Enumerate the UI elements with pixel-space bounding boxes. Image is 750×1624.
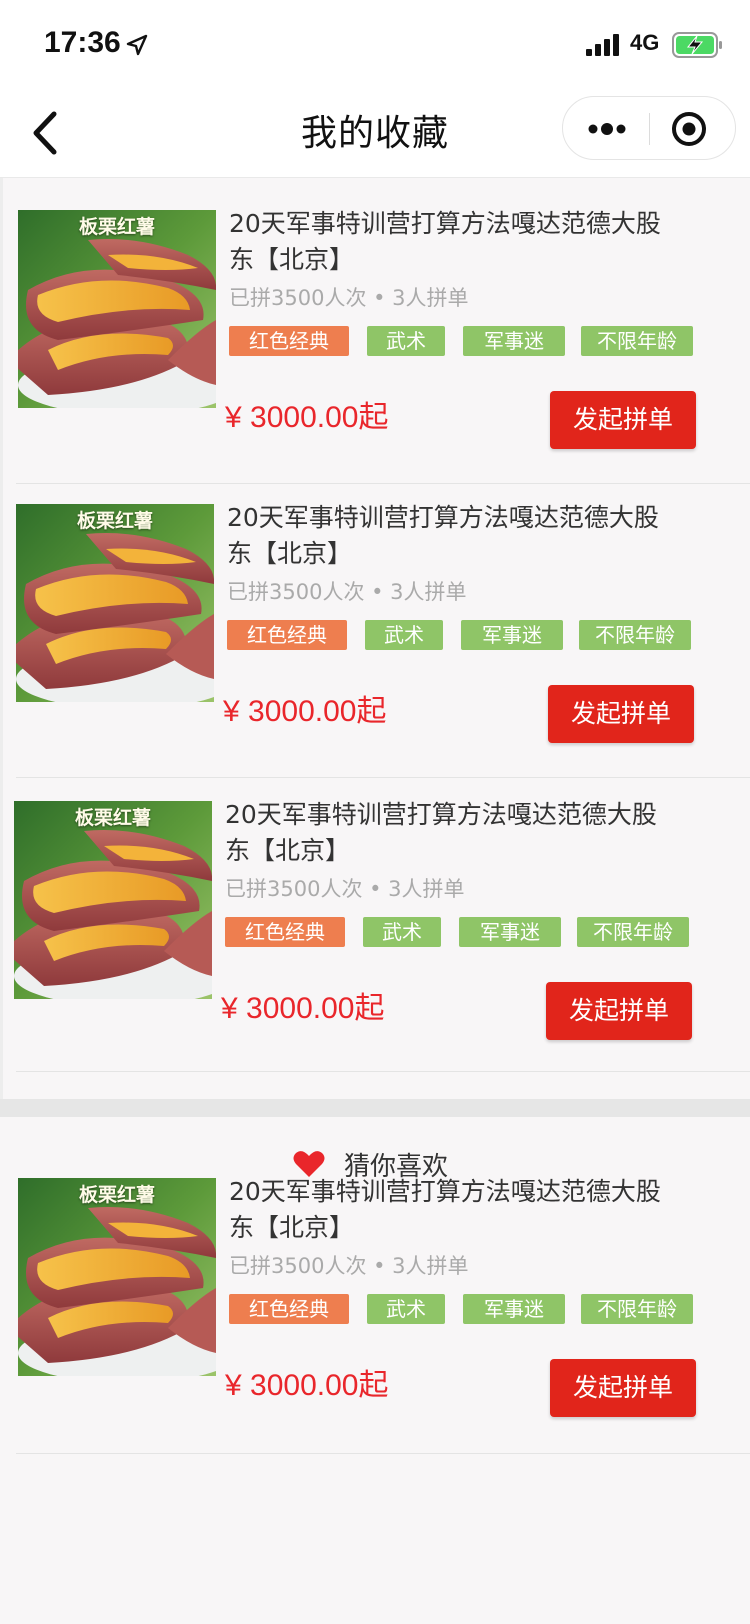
product-tag: 红色经典 [229, 1294, 349, 1324]
start-group-buy-button[interactable]: 发起拼单 [546, 982, 692, 1040]
product-meta: 已拼3500人次 • 3人拼单 [229, 286, 469, 310]
product-image[interactable]: 板栗红薯 [14, 801, 212, 999]
product-price: ¥ 3000.00起 [223, 695, 387, 728]
product-title[interactable]: 20天军事特训营打算方法嘎达范德大股东【北京】 [227, 500, 667, 572]
product-image-caption: 板栗红薯 [74, 807, 151, 829]
network-label: 4G [630, 30, 660, 55]
product-tag: 军事迷 [461, 620, 563, 650]
product-tag: 武术 [363, 917, 441, 947]
product-tag: 军事迷 [463, 1294, 565, 1324]
product-tag: 不限年龄 [581, 326, 693, 356]
product-tag: 军事迷 [459, 917, 561, 947]
product-item[interactable]: 板栗红薯 20天军事特训营打算方法嘎达范德大股东【北京】已拼3500人次 • 3人… [0, 766, 750, 1072]
product-tag: 不限年龄 [579, 620, 691, 650]
product-image-caption: 板栗红薯 [78, 1184, 155, 1206]
close-miniprogram-icon[interactable] [671, 111, 707, 147]
product-title[interactable]: 20天军事特训营打算方法嘎达范德大股东【北京】 [229, 1174, 669, 1246]
product-tag: 武术 [367, 1294, 445, 1324]
product-title[interactable]: 20天军事特训营打算方法嘎达范德大股东【北京】 [225, 797, 665, 869]
more-dots-icon[interactable] [585, 115, 629, 143]
product-tag: 武术 [367, 326, 445, 356]
item-divider [16, 1071, 750, 1072]
product-item[interactable]: 板栗红薯 20天军事特训营打算方法嘎达范德大股东【北京】已拼3500人次 • 3人… [0, 472, 750, 778]
item-divider [16, 1453, 750, 1454]
product-tag: 军事迷 [463, 326, 565, 356]
battery-charging-icon [672, 32, 722, 58]
product-image[interactable]: 板栗红薯 [18, 210, 216, 408]
product-image[interactable]: 板栗红薯 [16, 504, 214, 702]
product-item[interactable]: 板栗红薯 20天军事特训营打算方法嘎达范德大股东【北京】已拼3500人次 • 3人… [0, 178, 750, 484]
start-group-buy-button[interactable]: 发起拼单 [550, 391, 696, 449]
product-meta: 已拼3500人次 • 3人拼单 [229, 1254, 469, 1278]
section-gap [0, 1099, 750, 1117]
product-tag: 红色经典 [227, 620, 347, 650]
capsule-divider [649, 113, 650, 145]
product-item[interactable]: 板栗红薯 20天军事特训营打算方法嘎达范德大股东【北京】已拼3500人次 • 3人… [0, 1148, 750, 1454]
product-title[interactable]: 20天军事特训营打算方法嘎达范德大股东【北京】 [229, 206, 669, 278]
status-time: 17:36 [44, 26, 121, 59]
location-arrow-icon [126, 34, 148, 56]
product-meta: 已拼3500人次 • 3人拼单 [225, 877, 465, 901]
product-tag: 红色经典 [225, 917, 345, 947]
product-tag: 不限年龄 [581, 1294, 693, 1324]
product-image-caption: 板栗红薯 [76, 510, 153, 532]
product-image[interactable]: 板栗红薯 [18, 1178, 216, 1376]
product-meta: 已拼3500人次 • 3人拼单 [227, 580, 467, 604]
start-group-buy-button[interactable]: 发起拼单 [550, 1359, 696, 1417]
product-image-caption: 板栗红薯 [78, 216, 155, 238]
product-tag: 不限年龄 [577, 917, 689, 947]
product-tag: 武术 [365, 620, 443, 650]
product-price: ¥ 3000.00起 [225, 1369, 389, 1402]
status-bar: 17:36 4G [0, 0, 750, 88]
miniprogram-capsule [562, 96, 736, 160]
product-price: ¥ 3000.00起 [225, 401, 389, 434]
product-price: ¥ 3000.00起 [221, 992, 385, 1025]
product-tag: 红色经典 [229, 326, 349, 356]
navigation-bar: 我的收藏 [0, 88, 750, 178]
signal-icon [586, 34, 619, 56]
start-group-buy-button[interactable]: 发起拼单 [548, 685, 694, 743]
